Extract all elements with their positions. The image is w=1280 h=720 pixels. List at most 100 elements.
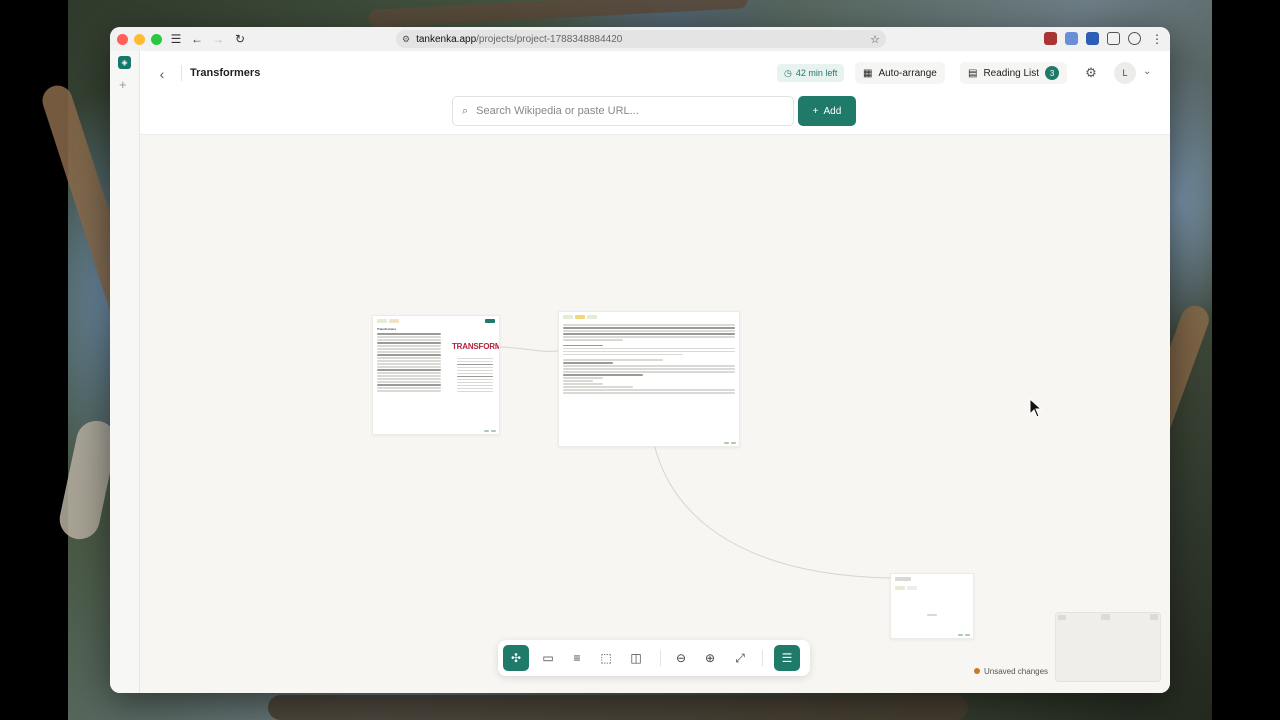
text-line bbox=[563, 330, 735, 332]
panel-toggle-button[interactable]: ☰ bbox=[774, 645, 800, 671]
infobox-row bbox=[457, 384, 493, 386]
text-line bbox=[563, 359, 663, 361]
new-project-icon[interactable]: + bbox=[119, 77, 127, 92]
extension-grid-icon[interactable] bbox=[1086, 32, 1099, 45]
browser-menu-icon[interactable]: ⋮ bbox=[1149, 31, 1165, 47]
frame-tool-button[interactable]: ⬚ bbox=[593, 645, 619, 671]
text-line bbox=[377, 339, 441, 341]
text-lines-icon: ≡ bbox=[573, 651, 581, 665]
text-line bbox=[563, 383, 603, 385]
site-info-icon[interactable]: ⚙ bbox=[402, 34, 410, 45]
infobox-row bbox=[457, 378, 493, 380]
text-line bbox=[563, 333, 735, 335]
select-tool-button[interactable]: ✣ bbox=[503, 645, 529, 671]
search-icon: ⌕ bbox=[462, 104, 469, 117]
auto-arrange-button[interactable]: ▦ Auto-arrange bbox=[855, 62, 945, 84]
text-line bbox=[563, 347, 735, 349]
add-button[interactable]: + Add bbox=[798, 96, 856, 126]
extension-shield-icon[interactable] bbox=[1044, 32, 1057, 45]
card-tag bbox=[895, 586, 905, 590]
text-line bbox=[563, 380, 593, 382]
canvas-toolbar: ✣ ▭ ≡ ⬚ ◫ ⊖ ⊕ ⤢ ☰ bbox=[498, 640, 810, 676]
text-line bbox=[563, 389, 735, 391]
search-input[interactable] bbox=[476, 105, 767, 117]
text-line bbox=[377, 366, 441, 368]
unsaved-status: Unsaved changes bbox=[970, 664, 1053, 678]
app-left-rail: ◈ + bbox=[110, 51, 140, 693]
maximize-window-button[interactable] bbox=[151, 33, 162, 45]
text-line bbox=[563, 368, 735, 370]
comment-icon: ▭ bbox=[542, 651, 554, 665]
comment-tool-button[interactable]: ▭ bbox=[535, 645, 561, 671]
minimize-window-button[interactable] bbox=[134, 33, 145, 45]
address-bar[interactable]: ⚙ tankenka.app/projects/project-17883488… bbox=[396, 30, 886, 48]
text-line bbox=[377, 345, 441, 347]
back-button[interactable]: ‹ bbox=[154, 66, 170, 82]
text-line bbox=[377, 381, 441, 383]
loading-indicator bbox=[927, 614, 937, 616]
text-line bbox=[563, 324, 735, 326]
pointer-sparkle-icon: ✣ bbox=[510, 651, 522, 665]
browser-titlebar: ☰ ← → ↻ ⚙ tankenka.app/projects/project-… bbox=[110, 27, 1170, 51]
zoom-out-button[interactable]: ⊖ bbox=[668, 645, 694, 671]
card-tag bbox=[563, 315, 573, 319]
close-window-button[interactable] bbox=[117, 33, 128, 45]
reload-icon[interactable]: ↻ bbox=[232, 31, 248, 47]
reading-list-button[interactable]: ▤ Reading List 3 bbox=[960, 62, 1068, 84]
url-path: /projects/project-1788348884420 bbox=[476, 33, 623, 45]
user-avatar[interactable]: L bbox=[1114, 62, 1136, 84]
card-tag bbox=[587, 315, 597, 319]
sidebar-toggle-icon[interactable]: ☰ bbox=[168, 31, 184, 47]
text-tool-button[interactable]: ≡ bbox=[564, 645, 590, 671]
zoom-in-icon: ⊕ bbox=[704, 651, 716, 665]
section-heading bbox=[563, 344, 603, 346]
settings-gear-icon[interactable]: ⚙ bbox=[1083, 65, 1099, 81]
text-line bbox=[563, 386, 633, 388]
plus-icon: + bbox=[812, 105, 819, 117]
project-title: Transformers bbox=[190, 67, 261, 79]
edge-card1-card2 bbox=[499, 346, 559, 352]
text-line bbox=[563, 327, 735, 329]
mind-map-canvas[interactable]: Transformers TRANSFORM Unsaved changes ✣… bbox=[140, 135, 1170, 693]
article-card[interactable] bbox=[890, 573, 974, 639]
back-arrow-icon[interactable]: ← bbox=[189, 31, 205, 47]
forward-arrow-icon[interactable]: → bbox=[210, 31, 226, 47]
card-tag bbox=[389, 319, 399, 323]
text-line bbox=[377, 336, 441, 338]
minimap-node bbox=[1101, 614, 1110, 620]
infobox-row bbox=[457, 360, 493, 362]
transformers-logo: TRANSFORMERS bbox=[452, 342, 500, 351]
sticky-note-icon: ◫ bbox=[630, 651, 642, 665]
zoom-in-button[interactable]: ⊕ bbox=[697, 645, 723, 671]
text-line bbox=[377, 375, 441, 377]
note-tool-button[interactable]: ◫ bbox=[623, 645, 649, 671]
bookmark-star-icon[interactable]: ☆ bbox=[870, 33, 880, 46]
reading-list-label: Reading List bbox=[983, 67, 1040, 79]
app-logo-icon[interactable]: ◈ bbox=[118, 56, 131, 69]
url-host: tankenka.app bbox=[416, 33, 477, 45]
text-line bbox=[377, 384, 441, 386]
text-line bbox=[377, 354, 441, 356]
text-line bbox=[563, 392, 735, 394]
chevron-down-icon[interactable]: ⌄ bbox=[1143, 66, 1151, 77]
extension-translate-icon[interactable] bbox=[1065, 32, 1078, 45]
clipboard-icon: ▤ bbox=[968, 67, 978, 79]
article-card[interactable] bbox=[558, 311, 740, 447]
infobox-row bbox=[457, 387, 493, 389]
profile-icon[interactable] bbox=[1128, 32, 1141, 45]
card-title: Transformers bbox=[377, 327, 397, 331]
card-header bbox=[563, 315, 735, 321]
infobox-row bbox=[457, 375, 493, 377]
add-button-label: Add bbox=[823, 105, 842, 117]
text-line bbox=[377, 387, 441, 389]
text-line bbox=[563, 377, 603, 379]
article-card[interactable]: Transformers TRANSFORM bbox=[372, 315, 500, 435]
fit-view-button[interactable]: ⤢ bbox=[727, 645, 753, 671]
tree-branch bbox=[268, 695, 968, 720]
infobox-row bbox=[457, 381, 493, 383]
text-line bbox=[563, 353, 683, 355]
minimap[interactable] bbox=[1055, 612, 1161, 682]
card-action[interactable] bbox=[485, 319, 495, 323]
extensions-puzzle-icon[interactable] bbox=[1107, 32, 1120, 45]
text-line bbox=[563, 365, 735, 367]
